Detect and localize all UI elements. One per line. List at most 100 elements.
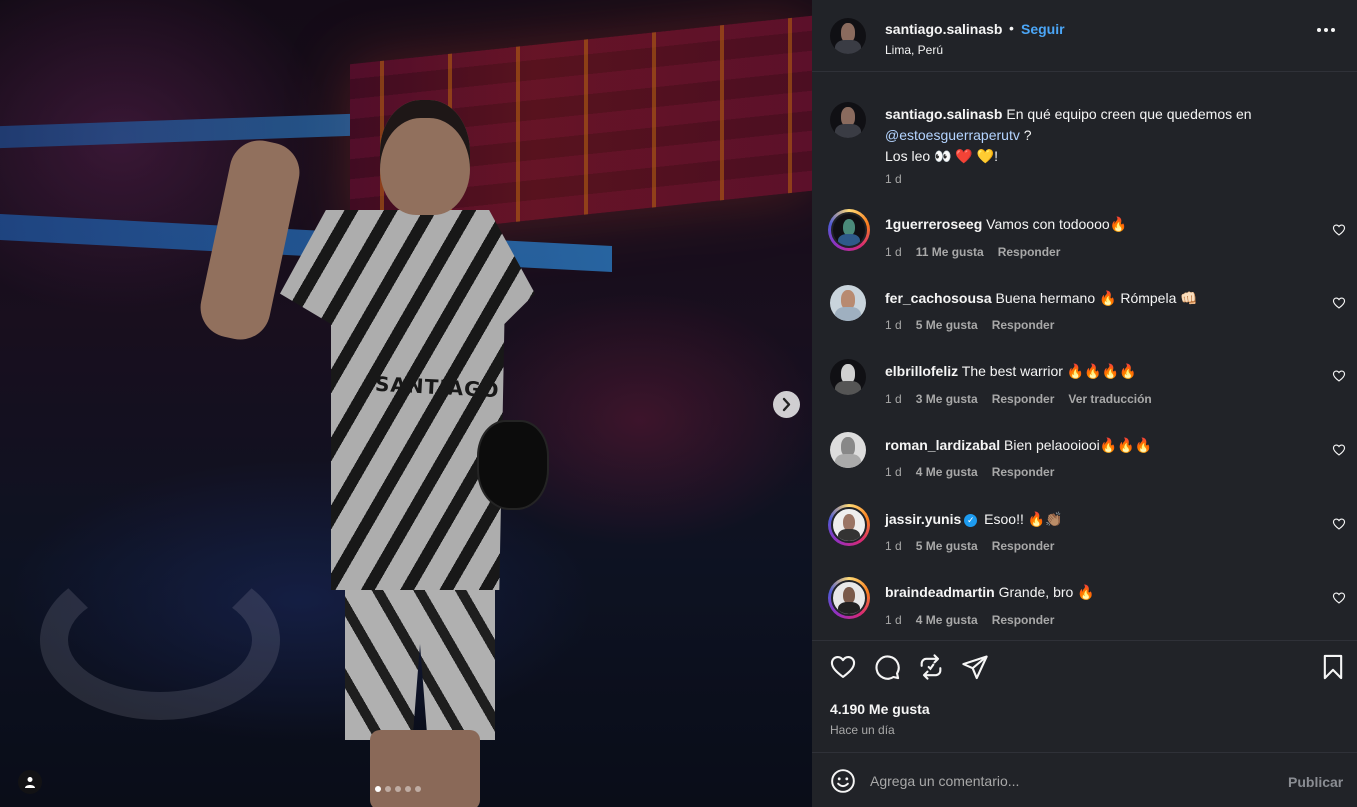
comment-body: Esoo!! 🔥👏🏽 (984, 511, 1063, 527)
publish-button[interactable]: Publicar (1288, 774, 1343, 790)
carousel-dot (405, 786, 411, 792)
comment-username[interactable]: braindeadmartin (885, 584, 995, 600)
comment-avatar-story-ring[interactable] (828, 577, 870, 619)
comment-body: Vamos con todoooo🔥 (986, 216, 1128, 232)
comment-time[interactable]: 1 d (885, 539, 902, 553)
emoji-icon[interactable] (830, 768, 856, 794)
comment-text: 1guerreroseeg Vamos con todoooo🔥 (885, 216, 1305, 233)
heart-icon[interactable] (1332, 443, 1346, 457)
post-details-panel: santiago.salinasb • Seguir Lima, Perú sa… (812, 0, 1357, 807)
comment-avatar (831, 580, 867, 616)
comment-avatar (831, 212, 867, 248)
heart-icon[interactable] (1332, 591, 1346, 605)
comment-body: Bien pelaooiooi🔥🔥🔥 (1004, 437, 1153, 453)
comment-text: jassir.yunis ✓ Esoo!! 🔥👏🏽 (885, 511, 1305, 528)
comment-reply-button[interactable]: Responder (992, 318, 1055, 332)
comment-reply-button[interactable]: Responder (992, 392, 1055, 406)
comment-reply-button[interactable]: Responder (992, 613, 1055, 627)
comment-likes[interactable]: 5 Me gusta (916, 318, 978, 332)
comment-meta: 1 d 5 Me gusta Responder (885, 539, 1054, 553)
comment-time[interactable]: 1 d (885, 318, 902, 332)
comment-reply-button[interactable]: Responder (992, 465, 1055, 479)
post-header: santiago.salinasb • Seguir Lima, Perú (812, 0, 1357, 72)
caption-text: En qué equipo creen que quedemos en (1006, 106, 1252, 122)
send-icon[interactable] (961, 653, 989, 681)
post-location[interactable]: Lima, Perú (885, 43, 943, 57)
caption-time[interactable]: 1 d (885, 172, 902, 186)
carousel-dot (375, 786, 381, 792)
comment-time[interactable]: 1 d (885, 245, 902, 259)
comment-time[interactable]: 1 d (885, 613, 902, 627)
verified-badge-icon: ✓ (964, 513, 978, 527)
header-separator: • (1009, 20, 1014, 36)
repost-icon[interactable] (917, 653, 945, 681)
comment-likes[interactable]: 4 Me gusta (916, 465, 978, 479)
comment-username[interactable]: jassir.yunis (885, 511, 961, 527)
comment-likes[interactable]: 4 Me gusta (916, 613, 978, 627)
comment-text: braindeadmartin Grande, bro 🔥 (885, 584, 1305, 601)
comment-username[interactable]: elbrillofeliz (885, 363, 958, 379)
carousel-indicator (375, 786, 421, 792)
heart-icon[interactable] (1332, 517, 1346, 531)
comment-likes[interactable]: 11 Me gusta (916, 245, 984, 259)
comment-text: roman_lardizabal Bien pelaooiooi🔥🔥🔥 (885, 437, 1305, 454)
comment-body: The best warrior 🔥🔥🔥🔥 (961, 363, 1137, 379)
comments-list[interactable]: santiago.salinasb En qué equipo creen qu… (812, 73, 1357, 639)
carousel-next-button[interactable] (773, 391, 800, 418)
comment-avatar[interactable] (830, 285, 866, 321)
tagged-users-button[interactable] (18, 770, 42, 794)
heart-icon[interactable] (829, 653, 857, 681)
see-translation-button[interactable]: Ver traducción (1068, 392, 1151, 406)
more-horizontal-icon (1317, 28, 1321, 32)
comment-username[interactable]: 1guerreroseeg (885, 216, 982, 232)
comment-meta: 1 d 4 Me gusta Responder (885, 613, 1054, 627)
user-tag-icon (25, 777, 35, 788)
chevron-right-icon (782, 397, 791, 412)
comment-meta: 1 d 5 Me gusta Responder (885, 318, 1054, 332)
author-avatar[interactable] (830, 18, 866, 54)
comment-meta: 1 d 4 Me gusta Responder (885, 465, 1054, 479)
post-media[interactable]: SANTIAGO (0, 0, 812, 807)
carousel-dot (385, 786, 391, 792)
caption-author-avatar[interactable] (830, 102, 866, 138)
comment-time[interactable]: 1 d (885, 465, 902, 479)
caption-mention-link[interactable]: @estoesguerraperutv (885, 127, 1020, 143)
comment-body: Buena hermano 🔥 Rómpela 👊🏻 (995, 290, 1198, 306)
comment-text: fer_cachosousa Buena hermano 🔥 Rómpela 👊… (885, 290, 1305, 307)
follow-button[interactable]: Seguir (1021, 21, 1065, 37)
comment-avatar[interactable] (830, 359, 866, 395)
comment-likes[interactable]: 3 Me gusta (916, 392, 978, 406)
post-timestamp[interactable]: Hace un día (830, 723, 895, 737)
comment-avatar-story-ring[interactable] (828, 209, 870, 251)
comment-meta: 1 d 3 Me gusta Responder Ver traducción (885, 392, 1152, 406)
heart-icon[interactable] (1332, 296, 1346, 310)
caption-meta: 1 d (885, 172, 902, 186)
comment-composer: Publicar (812, 752, 1357, 807)
comment-input[interactable] (870, 767, 1270, 795)
post-caption: santiago.salinasb En qué equipo creen qu… (885, 104, 1315, 167)
comment-text: elbrillofeliz The best warrior 🔥🔥🔥🔥 (885, 363, 1305, 380)
carousel-dot (395, 786, 401, 792)
comment-username[interactable]: fer_cachosousa (885, 290, 992, 306)
comment-avatar (831, 507, 867, 543)
comment-avatar-story-ring[interactable] (828, 504, 870, 546)
author-username[interactable]: santiago.salinasb (885, 21, 1002, 37)
post-actions: 4.190 Me gusta Hace un día (812, 640, 1357, 752)
comment-likes[interactable]: 5 Me gusta (916, 539, 978, 553)
more-options-button[interactable] (1317, 28, 1335, 32)
heart-icon[interactable] (1332, 369, 1346, 383)
comment-reply-button[interactable]: Responder (992, 539, 1055, 553)
comment-body: Grande, bro 🔥 (998, 584, 1095, 600)
carousel-dot (415, 786, 421, 792)
comment-icon[interactable] (873, 653, 901, 681)
comment-reply-button[interactable]: Responder (998, 245, 1061, 259)
caption-text-end: ? (1023, 127, 1032, 143)
bookmark-icon[interactable] (1319, 653, 1347, 681)
comment-avatar[interactable] (830, 432, 866, 468)
likes-count[interactable]: 4.190 Me gusta (830, 701, 930, 717)
comment-time[interactable]: 1 d (885, 392, 902, 406)
caption-line-2: Los leo 👀 ❤️ 💛! (885, 148, 998, 164)
heart-icon[interactable] (1332, 223, 1346, 237)
comment-username[interactable]: roman_lardizabal (885, 437, 1000, 453)
caption-username[interactable]: santiago.salinasb (885, 106, 1002, 122)
